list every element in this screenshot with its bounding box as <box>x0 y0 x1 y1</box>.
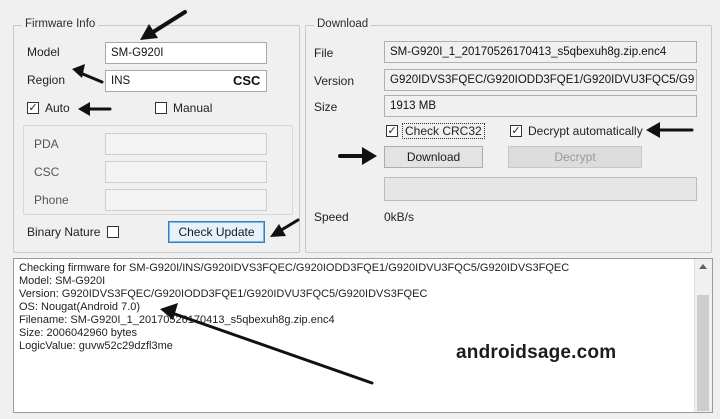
check-crc32-checkbox[interactable]: ✓ <box>386 125 398 137</box>
log-line: Model: SM-G920I <box>19 275 106 287</box>
download-button[interactable]: Download <box>384 146 483 168</box>
auto-checkbox[interactable]: ✓ <box>27 102 39 114</box>
size-field: 1913 MB <box>384 95 697 117</box>
speed-value: 0kB/s <box>384 210 415 224</box>
check-update-button[interactable]: Check Update <box>168 221 265 243</box>
binary-nature-checkbox[interactable] <box>107 226 119 238</box>
file-label: File <box>314 46 334 60</box>
manual-label: Manual <box>173 101 213 115</box>
log-line: Size: 2006042960 bytes <box>19 327 138 339</box>
pda-input[interactable] <box>105 133 267 155</box>
region-value: INS <box>111 75 131 87</box>
csc-input[interactable] <box>105 161 267 183</box>
watermark-text: androidsage.com <box>456 342 617 363</box>
log-line: Version: G920IDVS3FQEC/G920IODD3FQE1/G92… <box>19 288 428 300</box>
log-line: Checking firmware for SM-G920I/INS/G920I… <box>19 262 570 274</box>
decrypt-button[interactable]: Decrypt <box>508 146 642 168</box>
region-label: Region <box>27 73 66 87</box>
decrypt-auto-label: Decrypt automatically <box>528 124 643 138</box>
region-csc-annotation: CSC <box>233 73 261 88</box>
model-input[interactable]: SM-G920I <box>105 42 267 64</box>
binary-nature-label: Binary Nature <box>27 225 101 239</box>
log-line: OS: Nougat(Android 7.0) <box>19 301 141 313</box>
version-field: G920IDVS3FQEC/G920IODD3FQE1/G920IDVU3FQC… <box>384 69 697 91</box>
check-crc32-label: Check CRC32 <box>402 123 485 139</box>
speed-label: Speed <box>314 210 349 224</box>
size-label: Size <box>314 100 338 114</box>
csc-label: CSC <box>34 165 60 179</box>
firmware-info-title: Firmware Info <box>22 18 99 30</box>
log-scrollbar-thumb[interactable] <box>697 295 709 411</box>
file-field: SM-G920I_1_20170526170413_s5qbexuh8g.zip… <box>384 41 697 63</box>
decrypt-auto-checkbox[interactable]: ✓ <box>510 125 522 137</box>
log-line: Filename: SM-G920I_1_20170526170413_s5qb… <box>19 314 335 326</box>
download-progress-bar <box>384 177 697 201</box>
download-title: Download <box>314 18 372 30</box>
log-output[interactable]: Checking firmware for SM-G920I/INS/G920I… <box>13 258 713 413</box>
version-label: Version <box>314 74 355 88</box>
pda-label: PDA <box>34 137 59 151</box>
phone-label: Phone <box>34 193 69 207</box>
phone-input[interactable] <box>105 189 267 211</box>
log-line: LogicValue: guvw52c29dzfl3me <box>19 340 173 352</box>
model-label: Model <box>27 45 60 59</box>
scroll-up-arrow-icon[interactable] <box>699 264 707 269</box>
log-scrollbar[interactable] <box>694 259 712 412</box>
manual-checkbox[interactable] <box>155 102 167 114</box>
auto-label: Auto <box>45 101 70 115</box>
